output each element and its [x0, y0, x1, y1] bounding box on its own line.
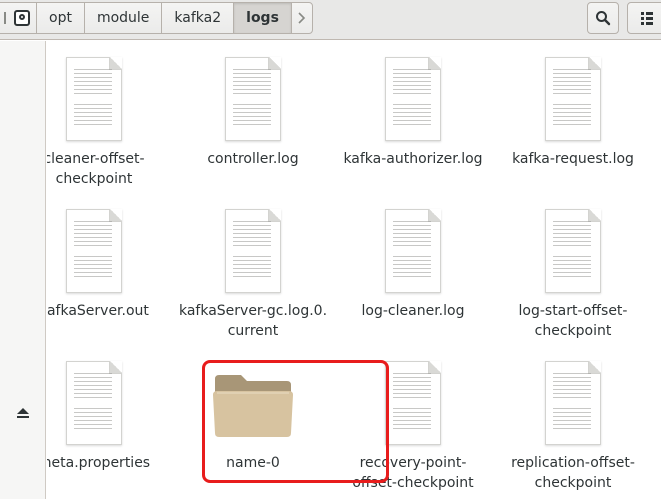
breadcrumb-label: kafka2 [174, 10, 222, 26]
file-manager-window: opt module kafka2 logs cleaner-offset- c… [0, 0, 661, 499]
file-name-label: kafkaServer-gc.log.0. current [178, 303, 328, 339]
home-icon [14, 10, 30, 26]
search-icon [596, 11, 611, 26]
header-bar: opt module kafka2 logs [0, 0, 661, 40]
file-item[interactable]: replication-offset- checkpoint [493, 345, 653, 495]
text-document-icon [385, 209, 441, 293]
text-document-icon [66, 361, 122, 445]
file-grid: cleaner-offset- checkpoint controller.log… [47, 41, 661, 499]
file-name-label: controller.log [207, 151, 299, 167]
file-name-label: replication-offset- checkpoint [511, 455, 635, 491]
file-name-label: meta.properties [47, 455, 151, 471]
file-name-label: log-start-offset- checkpoint [518, 303, 628, 339]
text-document-icon [545, 209, 601, 293]
text-document-icon [385, 361, 441, 445]
breadcrumb-label: opt [49, 10, 72, 26]
file-name-label: cleaner-offset- checkpoint [47, 151, 145, 187]
file-item[interactable]: recovery-point- offset-checkpoint [333, 345, 493, 495]
file-name-label: recovery-point- offset-checkpoint [352, 455, 474, 491]
file-item[interactable]: controller.log [173, 41, 333, 191]
sidebar [0, 41, 46, 499]
file-item[interactable]: log-cleaner.log [333, 193, 493, 343]
file-name-label: kafkaServer.out [47, 303, 149, 319]
file-item[interactable]: kafkaServer.out [47, 193, 174, 343]
text-document-icon [225, 209, 281, 293]
file-item[interactable]: kafka-authorizer.log [333, 41, 493, 191]
file-name-label: log-cleaner.log [361, 303, 465, 319]
text-document-icon [545, 57, 601, 141]
file-item[interactable]: kafkaServer-gc.log.0. current [173, 193, 333, 343]
eject-button[interactable] [13, 403, 33, 423]
path-bar: opt module kafka2 logs [0, 2, 313, 34]
list-view-icon [641, 12, 653, 25]
file-item[interactable]: log-start-offset- checkpoint [493, 193, 653, 343]
breadcrumb-module[interactable]: module [83, 2, 163, 34]
file-name-label: kafka-authorizer.log [343, 151, 483, 167]
text-document-icon [225, 57, 281, 141]
file-item[interactable]: kafka-request.log [493, 41, 653, 191]
breadcrumb-kafka2[interactable]: kafka2 [161, 2, 235, 34]
eject-icon [17, 408, 29, 418]
file-item[interactable]: meta.properties [47, 345, 174, 495]
breadcrumb-logs[interactable]: logs [233, 2, 292, 34]
text-document-icon [385, 57, 441, 141]
breadcrumb-label: logs [246, 10, 279, 26]
text-document-icon [66, 209, 122, 293]
home-location-button[interactable] [0, 2, 37, 34]
file-name-label: name-0 [226, 455, 280, 471]
folder-item[interactable]: name-0 [173, 345, 333, 495]
file-item[interactable]: cleaner-offset- checkpoint [47, 41, 174, 191]
view-options-button[interactable] [627, 2, 661, 34]
text-document-icon [545, 361, 601, 445]
chevron-right-icon [298, 12, 306, 24]
search-button[interactable] [587, 2, 619, 34]
breadcrumb-opt[interactable]: opt [36, 2, 85, 34]
folder-icon [213, 361, 293, 445]
text-document-icon [66, 57, 122, 141]
file-name-label: kafka-request.log [512, 151, 634, 167]
path-forward-button[interactable] [290, 2, 313, 34]
breadcrumb-label: module [96, 10, 150, 26]
scroll-left-indicator [4, 12, 8, 24]
